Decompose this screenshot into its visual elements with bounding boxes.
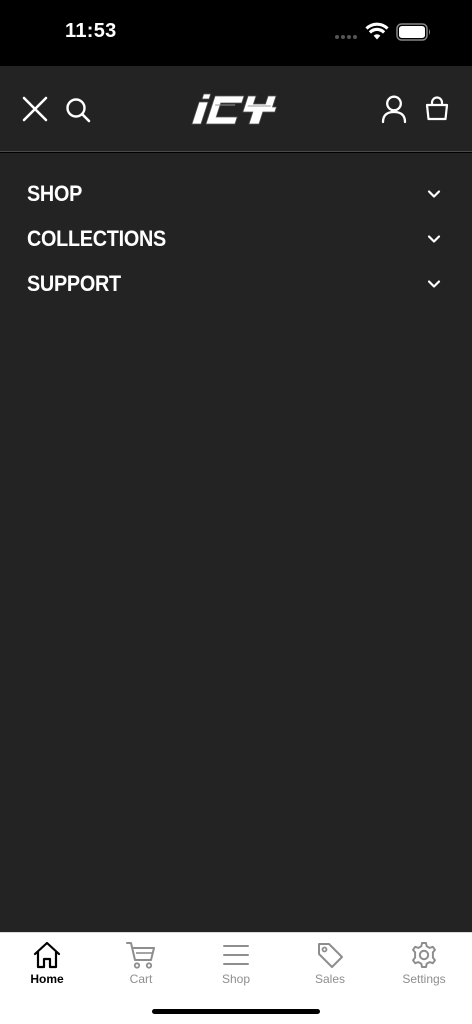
menu-item-collections[interactable]: COLLECTIONS bbox=[0, 218, 472, 260]
home-indicator[interactable] bbox=[152, 1009, 320, 1014]
tab-cart[interactable]: Cart bbox=[94, 933, 188, 993]
search-icon[interactable] bbox=[64, 96, 92, 124]
menu-item-support[interactable]: SUPPORT bbox=[0, 263, 472, 305]
home-icon bbox=[33, 941, 61, 969]
wifi-icon bbox=[365, 22, 389, 40]
menu-item-shop[interactable]: SHOP bbox=[0, 173, 472, 215]
status-bar: 11:53 bbox=[0, 0, 472, 66]
chevron-down-icon bbox=[427, 235, 441, 243]
user-icon[interactable] bbox=[380, 94, 408, 124]
menu-icon bbox=[223, 945, 249, 965]
battery-icon bbox=[396, 23, 430, 41]
navigation-menu: SHOP COLLECTIONS SUPPORT bbox=[0, 153, 472, 932]
tab-shop[interactable]: Shop bbox=[189, 933, 283, 993]
gear-icon bbox=[412, 942, 436, 968]
menu-item-label: SUPPORT bbox=[27, 271, 121, 296]
tab-label: Shop bbox=[221, 972, 251, 986]
tag-icon bbox=[318, 943, 343, 968]
chevron-down-icon bbox=[427, 280, 441, 288]
close-icon[interactable] bbox=[20, 94, 50, 124]
menu-item-label: SHOP bbox=[27, 181, 83, 206]
tab-settings[interactable]: Settings bbox=[377, 933, 471, 993]
bag-icon[interactable] bbox=[423, 95, 451, 123]
status-time: 11:53 bbox=[65, 20, 117, 42]
cart-icon bbox=[126, 942, 155, 969]
tab-label: Settings bbox=[402, 972, 446, 986]
tab-label: Sales bbox=[314, 972, 346, 986]
tab-sales[interactable]: Sales bbox=[283, 933, 377, 993]
tab-home[interactable]: Home bbox=[0, 933, 94, 993]
menu-item-label: COLLECTIONS bbox=[27, 226, 166, 251]
brand-logo[interactable] bbox=[190, 90, 282, 128]
top-header bbox=[0, 66, 472, 152]
chevron-down-icon bbox=[427, 190, 441, 198]
cellular-signal-icon bbox=[335, 35, 357, 39]
tab-label: Cart bbox=[129, 972, 153, 986]
tab-label: Home bbox=[30, 972, 64, 986]
